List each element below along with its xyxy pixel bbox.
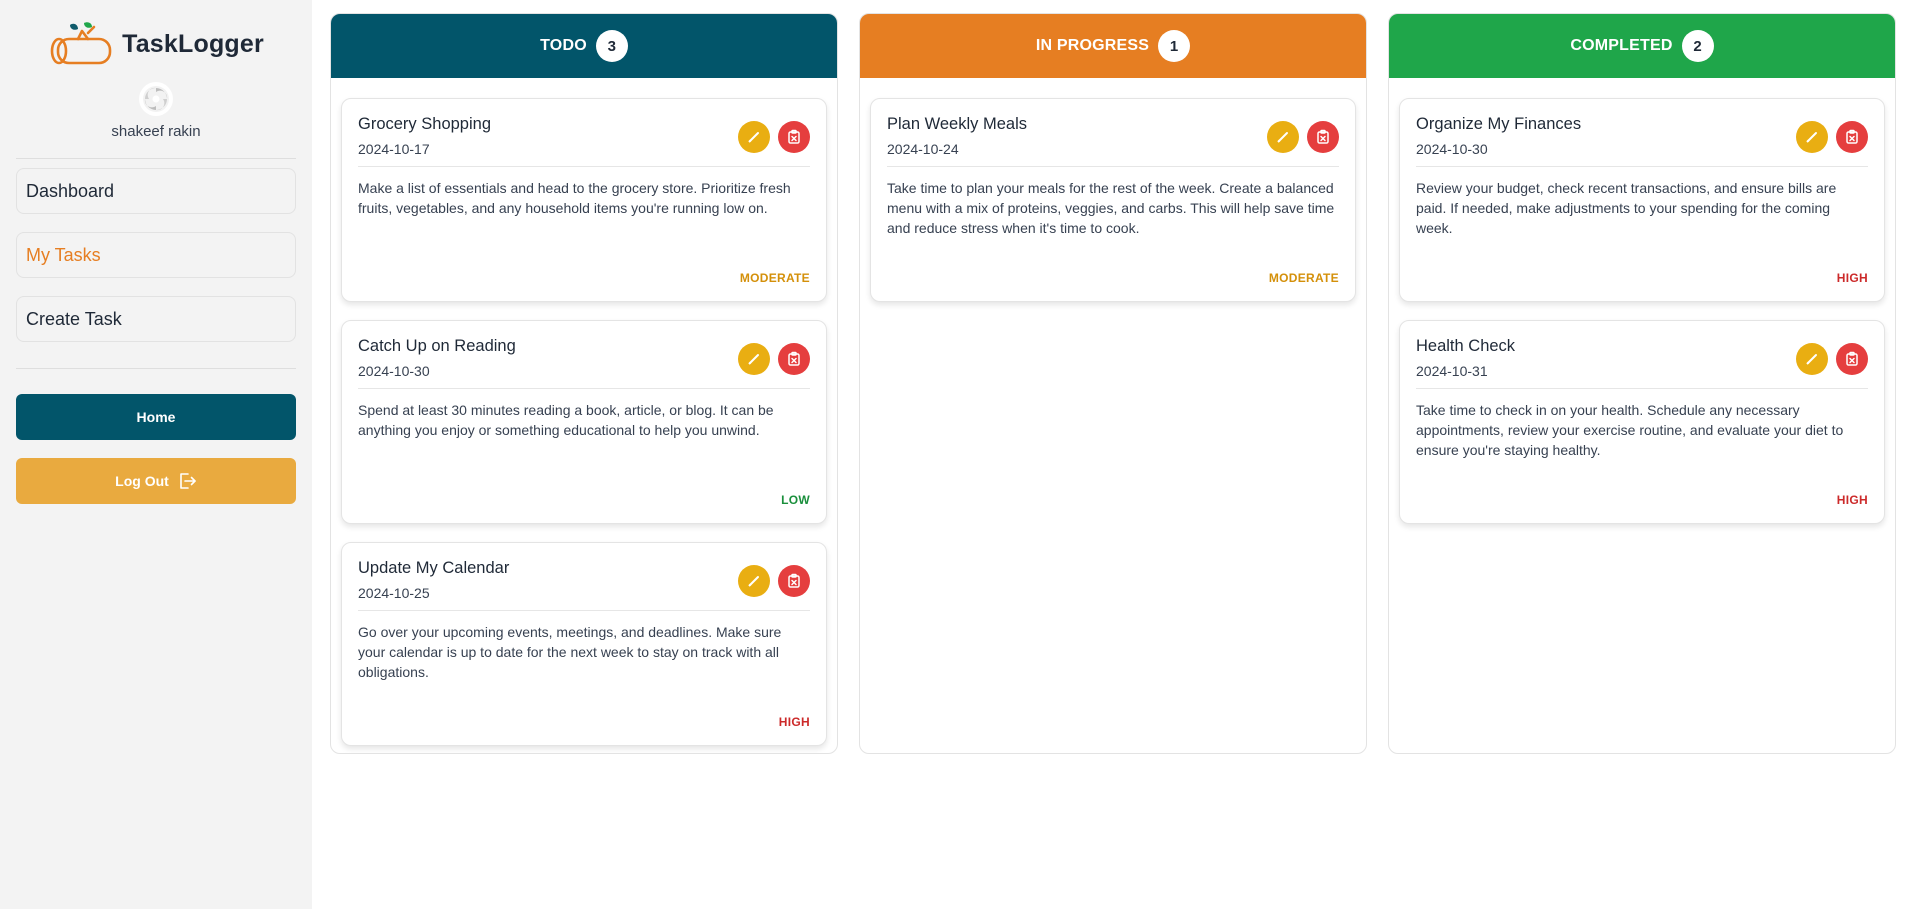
delete-button[interactable]	[1836, 343, 1868, 375]
priority-badge: MODERATE	[739, 271, 810, 285]
user-profile: shakeef rakin	[16, 82, 296, 140]
card-list: Organize My Finances 2024-10-30 Review y…	[1389, 78, 1895, 524]
task-title: Organize My Finances	[1416, 115, 1582, 133]
home-button[interactable]: Home	[16, 394, 296, 440]
sidebar-item-my-tasks[interactable]: My Tasks	[16, 232, 296, 278]
task-card[interactable]: Catch Up on Reading 2024-10-30 Spend at …	[341, 320, 827, 524]
edit-button[interactable]	[738, 343, 770, 375]
card-list: Plan Weekly Meals 2024-10-24 Take time t…	[860, 78, 1366, 302]
task-date: 2024-10-24	[887, 141, 959, 157]
avatar[interactable]	[139, 82, 173, 116]
delete-button[interactable]	[1307, 121, 1339, 153]
log-icon	[50, 22, 112, 65]
sidebar-item-label: My Tasks	[26, 244, 101, 265]
pencil-icon	[748, 132, 759, 143]
pencil-icon	[1277, 132, 1288, 143]
delete-button[interactable]	[778, 565, 810, 597]
task-title: Update My Calendar	[358, 559, 510, 577]
priority-badge: HIGH	[1836, 271, 1868, 285]
pencil-icon	[748, 576, 759, 587]
sidebar-item-label: Create Task	[26, 308, 122, 329]
sidebar-divider	[16, 158, 296, 159]
card-list: Grocery Shopping 2024-10-17 Make a list …	[331, 78, 837, 746]
column-header: TODO 3	[331, 14, 837, 78]
brand-logo[interactable]: TaskLogger	[16, 16, 296, 72]
username: shakeef rakin	[111, 123, 201, 140]
column-in-progress: IN PROGRESS 1 Plan Weekly Meals 2024-10-…	[859, 13, 1367, 754]
task-date: 2024-10-30	[358, 363, 430, 379]
logout-button[interactable]: Log Out	[16, 458, 296, 504]
delete-button[interactable]	[1836, 121, 1868, 153]
clipboard-x-icon	[1846, 129, 1858, 144]
avatar-swirl-icon	[143, 86, 169, 112]
task-board: TODO 3 Grocery Shopping 2024-10-17 Make …	[312, 0, 1909, 909]
column-title: IN PROGRESS	[1035, 37, 1150, 54]
task-card[interactable]: Update My Calendar 2024-10-25 Go over yo…	[341, 542, 827, 746]
edit-button[interactable]	[1267, 121, 1299, 153]
task-date: 2024-10-25	[358, 585, 430, 601]
sidebar: TaskLogger shakeef rakin Dashboard My Ta…	[0, 0, 312, 909]
clipboard-x-icon	[1846, 351, 1858, 366]
delete-button[interactable]	[778, 343, 810, 375]
task-date: 2024-10-30	[1416, 141, 1488, 157]
task-card[interactable]: Organize My Finances 2024-10-30 Review y…	[1399, 98, 1885, 302]
column-title: TODO	[540, 37, 587, 54]
column-completed: COMPLETED 2 Organize My Finances 2024-10…	[1388, 13, 1896, 754]
task-description: Spend at least 30 minutes reading a book…	[358, 402, 774, 438]
task-card[interactable]: Grocery Shopping 2024-10-17 Make a list …	[341, 98, 827, 302]
task-description: Take time to check in on your health. Sc…	[1416, 402, 1844, 458]
priority-badge: LOW	[781, 493, 810, 507]
task-card[interactable]: Plan Weekly Meals 2024-10-24 Take time t…	[870, 98, 1356, 302]
app: TaskLogger shakeef rakin Dashboard My Ta…	[0, 0, 1909, 909]
edit-button[interactable]	[1796, 343, 1828, 375]
delete-button[interactable]	[778, 121, 810, 153]
task-date: 2024-10-31	[1416, 363, 1488, 379]
pencil-icon	[1806, 132, 1817, 143]
column-count-badge: 2	[1681, 30, 1714, 62]
sidebar-divider	[16, 368, 296, 369]
task-description: Review your budget, check recent transac…	[1416, 180, 1837, 236]
column-title: COMPLETED	[1570, 37, 1673, 54]
brand-name: TaskLogger	[122, 29, 264, 58]
task-date: 2024-10-17	[358, 141, 430, 157]
home-button-label: Home	[136, 409, 176, 425]
sidebar-item-dashboard[interactable]: Dashboard	[16, 168, 296, 214]
logout-button-label: Log Out	[115, 473, 169, 489]
clipboard-x-icon	[788, 573, 800, 588]
edit-button[interactable]	[738, 565, 770, 597]
task-title: Catch Up on Reading	[358, 337, 516, 355]
column-header: IN PROGRESS 1	[860, 14, 1366, 78]
column-count-badge: 3	[595, 30, 628, 62]
logout-icon	[180, 473, 196, 489]
column-header: COMPLETED 2	[1389, 14, 1895, 78]
clipboard-x-icon	[788, 129, 800, 144]
edit-button[interactable]	[738, 121, 770, 153]
sidebar-item-label: Dashboard	[26, 180, 115, 201]
sidebar-item-create-task[interactable]: Create Task	[16, 296, 296, 342]
clipboard-x-icon	[788, 351, 800, 366]
task-card[interactable]: Health Check 2024-10-31 Take time to che…	[1399, 320, 1885, 524]
priority-badge: HIGH	[1836, 493, 1868, 507]
priority-badge: MODERATE	[1268, 271, 1339, 285]
pencil-icon	[1806, 354, 1817, 365]
priority-badge: HIGH	[778, 715, 810, 729]
edit-button[interactable]	[1796, 121, 1828, 153]
column-todo: TODO 3 Grocery Shopping 2024-10-17 Make …	[330, 13, 838, 754]
task-description: Take time to plan your meals for the res…	[887, 180, 1335, 236]
task-title: Plan Weekly Meals	[887, 115, 1028, 133]
task-description: Make a list of essentials and head to th…	[358, 180, 791, 216]
task-title: Grocery Shopping	[358, 115, 491, 133]
pencil-icon	[748, 354, 759, 365]
task-title: Health Check	[1416, 337, 1516, 355]
task-description: Go over your upcoming events, meetings, …	[358, 624, 782, 680]
column-count-badge: 1	[1158, 30, 1191, 62]
clipboard-x-icon	[1317, 129, 1329, 144]
